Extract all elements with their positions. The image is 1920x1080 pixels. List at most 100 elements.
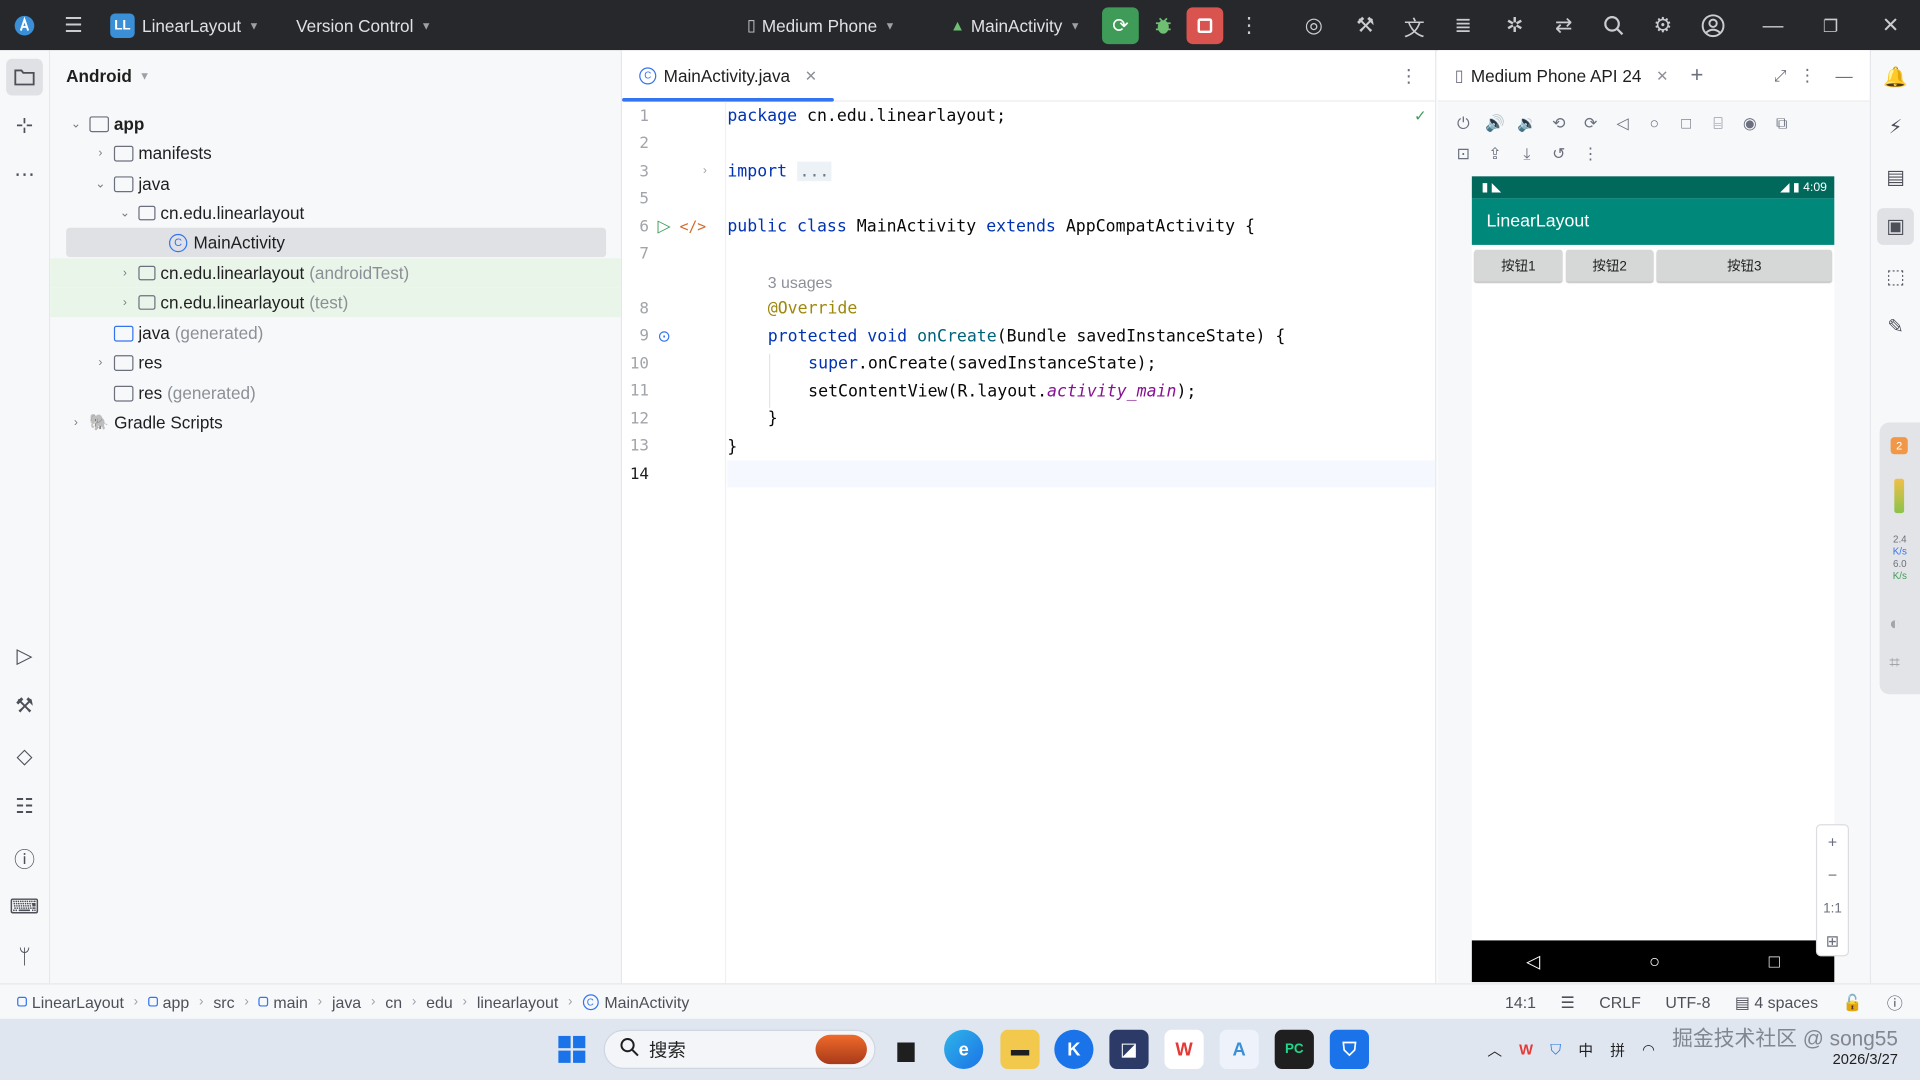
wrap-icon[interactable]: ☰ bbox=[1560, 992, 1574, 1012]
tree-item-package[interactable]: ⌄ cn.edu.linearlayout bbox=[116, 198, 305, 227]
tree-item-mainactivity[interactable]: C MainActivity bbox=[66, 227, 607, 258]
rotate-right-icon[interactable]: ⟳ bbox=[1575, 114, 1607, 134]
terminal-icon[interactable]: ⌨ bbox=[6, 889, 43, 926]
indent-setting[interactable]: 4 spaces bbox=[1754, 992, 1818, 1010]
app-button-3[interactable]: 按钮3 bbox=[1656, 249, 1832, 282]
close-icon[interactable]: ✕ bbox=[1871, 6, 1910, 45]
minimize-icon[interactable]: — bbox=[1753, 6, 1792, 45]
chevron-right-icon[interactable]: › bbox=[116, 266, 133, 279]
more-options-icon[interactable]: ⋮ bbox=[1799, 65, 1816, 86]
run-tool-icon[interactable]: ▷ bbox=[6, 638, 43, 675]
crop-icon[interactable]: ⌗ bbox=[1889, 653, 1899, 674]
build-tool-icon[interactable]: ⚒ bbox=[6, 688, 43, 725]
device-manager-icon[interactable]: ▤ bbox=[1877, 159, 1914, 196]
tab-mainactivity-java[interactable]: C MainActivity.java ✕ bbox=[622, 50, 835, 102]
gradle-elephant-icon[interactable]: ⚡ bbox=[1877, 109, 1914, 146]
breadcrumb-item[interactable]: java bbox=[332, 992, 361, 1010]
more-tabs-icon[interactable]: ⋮ bbox=[1400, 64, 1418, 87]
ime-mode[interactable]: 拼 bbox=[1610, 1039, 1625, 1060]
reset-icon[interactable]: ↺ bbox=[1543, 144, 1575, 164]
assistant-icon[interactable]: ✎ bbox=[1877, 309, 1914, 346]
close-tab-icon[interactable]: ✕ bbox=[805, 67, 817, 84]
nav-home-icon[interactable]: ○ bbox=[1649, 951, 1660, 972]
usages-hint[interactable]: 3 usages bbox=[768, 273, 833, 291]
phone-screen[interactable]: ▮ ◣ ◢ ▮ 4:09 LinearLayout 按钮1 按钮2 按钮3 ◁ … bbox=[1471, 176, 1835, 983]
swirl-icon[interactable]: ◐ bbox=[1889, 613, 1900, 634]
tree-item-java-generated[interactable]: java (generated) bbox=[109, 318, 263, 347]
pycharm-icon[interactable]: PC bbox=[1274, 1029, 1314, 1069]
wifi-icon[interactable]: ◠ bbox=[1642, 1041, 1655, 1058]
wps-tray-icon[interactable]: W bbox=[1519, 1041, 1533, 1058]
edge-browser-icon[interactable]: e bbox=[944, 1029, 984, 1069]
gradle-gem-icon[interactable]: ◇ bbox=[6, 738, 43, 775]
main-menu-icon[interactable]: ☰ bbox=[54, 6, 93, 45]
more-actions-icon[interactable]: ⋮ bbox=[1229, 6, 1268, 45]
more-tools-icon[interactable]: ⋯ bbox=[6, 157, 43, 194]
stop-button[interactable] bbox=[1186, 7, 1224, 45]
device-selector[interactable]: ▯ Medium Phone ▼ bbox=[747, 0, 895, 50]
folded-imports[interactable]: ... bbox=[797, 161, 832, 181]
tree-item-package-test[interactable]: › cn.edu.linearlayout (test) bbox=[50, 287, 621, 318]
code-area[interactable]: package cn.edu.linearlayout; import ... … bbox=[727, 102, 1436, 984]
project-view-selector[interactable]: Android ▼ bbox=[50, 50, 621, 101]
add-device-icon[interactable]: + bbox=[1690, 62, 1703, 88]
line-separator[interactable]: CRLF bbox=[1599, 993, 1641, 1011]
fold-chevron-icon[interactable]: › bbox=[703, 164, 707, 177]
run-config-selector[interactable]: ▲ MainActivity ▼ bbox=[950, 0, 1080, 50]
tree-item-manifests[interactable]: › manifests bbox=[92, 138, 211, 167]
download-icon[interactable]: ⤓ bbox=[1511, 144, 1543, 164]
chevron-right-icon[interactable]: › bbox=[67, 416, 84, 429]
breadcrumb-item[interactable]: MainActivity bbox=[604, 992, 689, 1010]
override-gutter-icon[interactable]: ⊙ bbox=[658, 327, 671, 347]
taskbar-search[interactable]: 搜索 bbox=[603, 1029, 876, 1069]
search-icon[interactable] bbox=[1594, 6, 1633, 45]
notifications-bell-icon[interactable]: 🔔 bbox=[1877, 59, 1914, 96]
run-gutter-icon[interactable]: ▷ bbox=[658, 216, 671, 237]
translate-icon[interactable]: 文 bbox=[1395, 6, 1434, 45]
info-icon[interactable]: ⓘ bbox=[1887, 991, 1903, 1014]
task-view-icon[interactable]: ▆ bbox=[887, 1030, 926, 1069]
breadcrumb-item[interactable]: src bbox=[213, 992, 234, 1010]
back-icon[interactable]: ◁ bbox=[1607, 114, 1639, 134]
nav-overview-icon[interactable]: □ bbox=[1769, 951, 1780, 972]
chevron-down-icon[interactable]: ⌄ bbox=[92, 177, 109, 190]
restore-icon[interactable]: ❐ bbox=[1811, 6, 1850, 45]
more-icon[interactable]: ⋮ bbox=[1575, 144, 1607, 164]
chevron-right-icon[interactable]: › bbox=[116, 296, 133, 309]
upload-icon[interactable]: ⇪ bbox=[1479, 144, 1511, 164]
sync-icon[interactable]: ⇄ bbox=[1544, 6, 1583, 45]
zoom-in-icon[interactable]: + bbox=[1817, 825, 1848, 858]
tray-expand-icon[interactable]: ︿ bbox=[1487, 1039, 1502, 1060]
ime-language[interactable]: 中 bbox=[1578, 1039, 1593, 1060]
file-explorer-icon[interactable]: ▬ bbox=[1000, 1029, 1040, 1069]
breadcrumb-item[interactable]: LinearLayout bbox=[32, 992, 124, 1010]
emulator-tab-label[interactable]: Medium Phone API 24 bbox=[1471, 66, 1642, 86]
windows-start-icon[interactable] bbox=[552, 1030, 591, 1069]
breadcrumb-item[interactable]: app bbox=[163, 992, 190, 1010]
lock-icon[interactable]: 🔓 bbox=[1843, 992, 1863, 1012]
breadcrumb-item[interactable]: edu bbox=[426, 992, 453, 1010]
breadcrumb-item[interactable]: linearlayout bbox=[477, 992, 558, 1010]
vcs-menu[interactable]: Version Control ▼ bbox=[296, 0, 431, 50]
gemini-icon[interactable]: ◎ bbox=[1294, 6, 1333, 45]
screen-record-icon[interactable]: ⊡ bbox=[1447, 144, 1479, 164]
nav-back-icon[interactable]: ◁ bbox=[1526, 950, 1540, 972]
tree-item-java[interactable]: ⌄ java bbox=[92, 169, 170, 198]
device-explorer-icon[interactable]: ⬚ bbox=[1877, 258, 1914, 295]
tree-item-app[interactable]: ⌄ app bbox=[67, 109, 145, 138]
chevron-right-icon[interactable]: › bbox=[92, 146, 109, 159]
resource-manager-icon[interactable]: ⊹ bbox=[6, 108, 43, 145]
snapshot-icon[interactable]: ⌸ bbox=[1702, 114, 1734, 134]
logcat-icon[interactable]: ☷ bbox=[6, 789, 43, 826]
tree-item-gradle-scripts[interactable]: › 🐘 Gradle Scripts bbox=[67, 408, 223, 437]
caret-position[interactable]: 14:1 bbox=[1505, 993, 1536, 1011]
breadcrumb-item[interactable]: cn bbox=[385, 992, 402, 1010]
running-devices-icon[interactable]: ▣ bbox=[1877, 208, 1914, 245]
app-button-2[interactable]: 按钮2 bbox=[1566, 249, 1654, 282]
open-external-icon[interactable]: ⤢ bbox=[1774, 66, 1787, 86]
home-icon[interactable]: ○ bbox=[1638, 114, 1670, 134]
wps-office-icon[interactable]: W bbox=[1164, 1029, 1204, 1069]
layout-inspector-icon[interactable]: ≣ bbox=[1444, 6, 1483, 45]
android-studio-logo-icon[interactable] bbox=[5, 6, 44, 45]
fit-screen-icon[interactable]: ⊞ bbox=[1817, 924, 1848, 957]
